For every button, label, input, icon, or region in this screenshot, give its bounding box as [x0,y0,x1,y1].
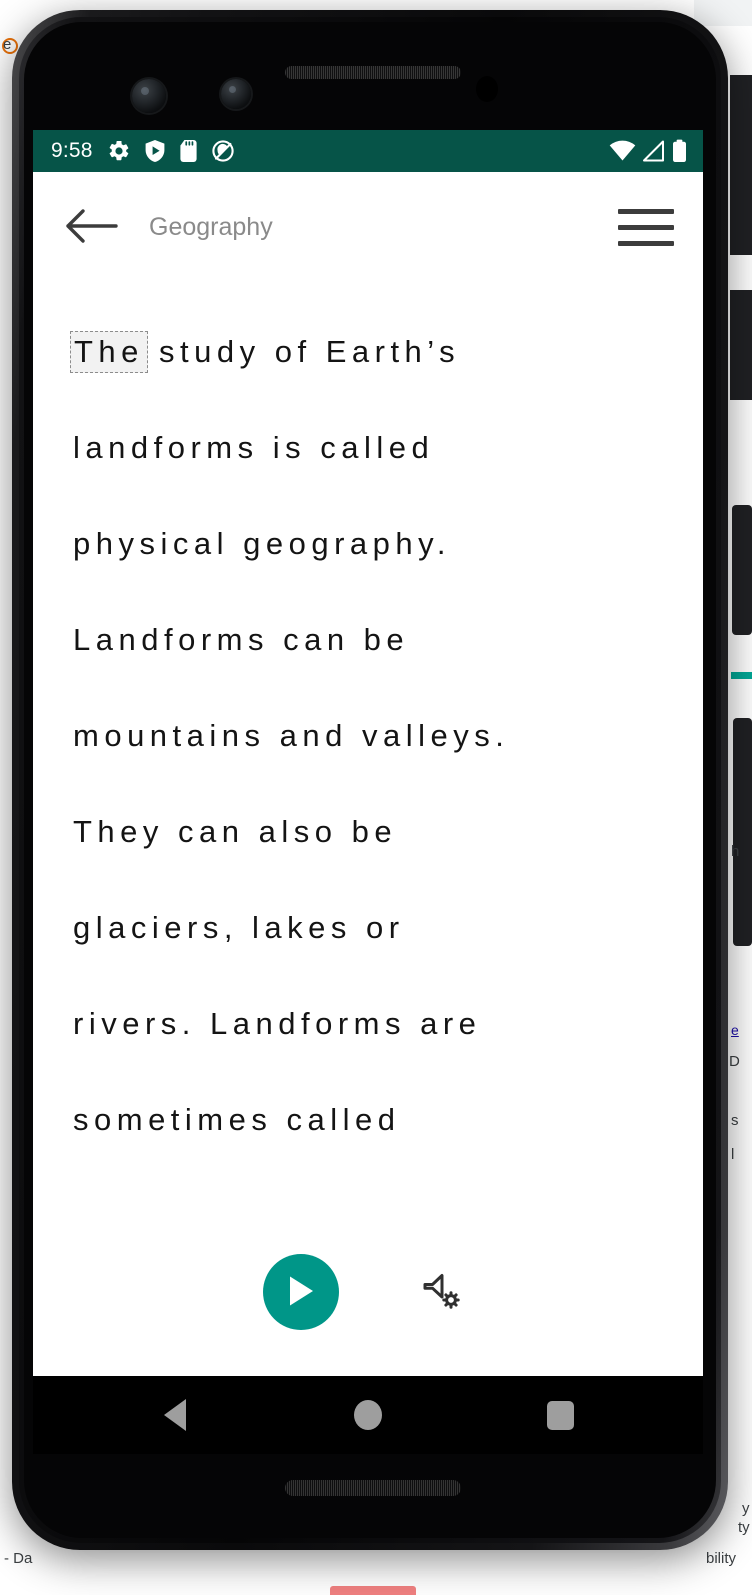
speaker-settings-icon [418,1268,464,1317]
app-bar: Geography [33,172,703,282]
phone-front-face: 9:58 Geography The study of Earth’s land… [24,22,716,1538]
nav-home-button[interactable] [328,1376,408,1454]
play-icon [284,1273,318,1312]
status-bar-right-icons [609,139,687,163]
phone-device-frame: 9:58 Geography The study of Earth’s land… [12,10,728,1550]
phone-screen: 9:58 Geography The study of Earth’s land… [33,130,703,1454]
hamburger-menu-button[interactable] [615,199,677,255]
battery-icon [672,139,687,163]
play-protect-shield-icon [144,139,166,163]
proximity-sensor-icon [476,76,498,102]
backdrop-text-fragment: - Da [4,1550,33,1567]
backdrop-red-tab [330,1586,416,1595]
status-bar-left-icons [107,139,235,163]
earpiece-speaker-grille [285,66,461,79]
front-camera-secondary-icon [221,79,251,109]
passage-line: glaciers, lakes or [73,910,405,945]
nav-back-button[interactable] [135,1376,215,1454]
passage-line-rest: study of Earth’s [144,334,461,369]
sd-card-icon [179,139,198,163]
backdrop-dark-block-4 [733,718,752,946]
backdrop-dark-block-1 [730,75,752,255]
backdrop-text-fragment: h [731,843,740,860]
cell-signal-icon [642,140,666,162]
passage-line: The study of Earth’s [70,304,663,400]
data-saver-icon [211,139,235,163]
passage-line: Landforms can be [73,622,410,657]
backdrop-text-fragment: ty [738,1519,750,1536]
android-navigation-bar [33,1376,703,1454]
play-button[interactable] [263,1254,339,1330]
passage-line: mountains and valleys. [73,718,510,753]
settings-gear-icon [107,139,131,163]
arrow-left-icon [64,205,120,250]
nav-home-circle-icon [353,1400,382,1430]
passage-line: physical geography. [73,526,451,561]
playback-controls [33,1226,703,1376]
backdrop-text-fragment: bility [706,1550,737,1567]
passage-line: They can also be [73,814,398,849]
status-bar: 9:58 [33,130,703,172]
backdrop-text-fragment: y [742,1500,750,1517]
back-button[interactable] [61,196,123,258]
backdrop-grey-strip [694,0,752,26]
passage-line: rivers. Landforms are [73,1006,482,1041]
backdrop-text-fragment: D [729,1053,740,1070]
nav-recents-square-icon [547,1400,575,1430]
passage-line: sometimes called [73,1102,401,1137]
bottom-speaker-grille [285,1480,461,1496]
backdrop-link-fragment[interactable]: e [731,1022,739,1038]
wifi-icon [609,140,636,162]
nav-back-triangle-icon [164,1399,187,1431]
current-word-highlight[interactable]: The [70,331,148,373]
passage-line: landforms is called [73,430,435,465]
reading-passage[interactable]: The study of Earth’s landforms is called… [33,282,703,1226]
backdrop-text-fragment: e [3,36,12,53]
phone-bezel: 9:58 Geography The study of Earth’s land… [19,17,721,1543]
backdrop-text-fragment: s [731,1112,739,1129]
backdrop-dark-block-3 [732,505,752,635]
backdrop-teal-dash [731,672,752,679]
backdrop-dark-block-2 [730,290,752,400]
status-bar-clock: 9:58 [51,139,93,162]
nav-recents-button[interactable] [521,1376,601,1454]
backdrop-text-fragment: l [731,1146,735,1163]
tts-settings-button[interactable] [409,1260,473,1324]
front-camera-icon [132,79,166,113]
page-title: Geography [149,212,273,241]
